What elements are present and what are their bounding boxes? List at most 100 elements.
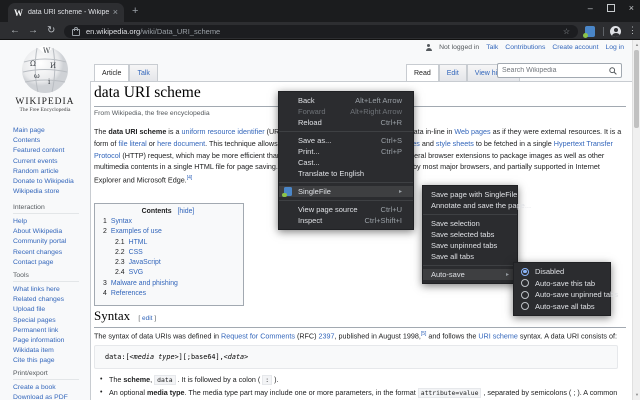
menu-item-save-all-tabs[interactable]: Save all tabs [423, 251, 517, 262]
toc-item-malware[interactable]: 3Malware and phishing [103, 279, 233, 289]
menu-item-autosave-unpinned-tabs[interactable]: Auto-save unpinned tabs [514, 289, 610, 301]
sidebar-item-store[interactable]: Wikipedia store [13, 187, 87, 197]
context-menu: BackAlt+Left Arrow ForwardAlt+Right Arro… [278, 91, 414, 230]
toc-title: Contents [142, 208, 172, 215]
sidebar-section-tools: Tools What links here Related changes Up… [13, 272, 87, 367]
sidebar-item-help[interactable]: Help [13, 217, 87, 227]
menu-item-save-as[interactable]: Save as...Ctrl+S [279, 135, 413, 146]
logo-wordmark: WIKIPEDIA [0, 97, 90, 107]
sidebar-item-main-page[interactable]: Main page [13, 126, 87, 136]
menu-item-reload[interactable]: ReloadCtrl+R [279, 117, 413, 128]
tab-talk[interactable]: Talk [129, 64, 157, 81]
sidebar-item-about[interactable]: About Wikipedia [13, 227, 87, 237]
tab-close-icon[interactable]: × [113, 8, 118, 17]
singlefile-icon [284, 187, 292, 196]
toc-item-javascript[interactable]: 2.3JavaScript [103, 258, 233, 268]
toc-item-css[interactable]: 2.2CSS [103, 248, 233, 258]
menu-item-print[interactable]: Print...Ctrl+P [279, 146, 413, 157]
address-bar[interactable]: en.wikipedia.org/wiki/Data_URI_scheme ☆ [64, 25, 578, 38]
sidebar-item-create-a-book[interactable]: Create a book [13, 383, 87, 393]
sidebar-item-cite-this-page[interactable]: Cite this page [13, 356, 87, 366]
tab-read[interactable]: Read [406, 64, 439, 81]
scroll-up-icon[interactable]: ▲ [633, 41, 640, 49]
singlefile-extension-icon[interactable] [585, 26, 595, 37]
menu-separator [279, 200, 413, 201]
sidebar-item-contact[interactable]: Contact page [13, 258, 87, 268]
sidebar-item-related-changes[interactable]: Related changes [13, 295, 87, 305]
menu-item-save-selection[interactable]: Save selection [423, 218, 517, 229]
forward-icon[interactable]: → [28, 25, 38, 37]
sidebar-item-donate[interactable]: Donate to Wikipedia [13, 177, 87, 187]
submenu-arrow-icon: ▸ [506, 271, 509, 278]
tab-article[interactable]: Article [94, 64, 129, 81]
window-minimize-icon[interactable]: – [588, 3, 593, 13]
sidebar-item-random-article[interactable]: Random article [13, 167, 87, 177]
toc-item-svg[interactable]: 2.4SVG [103, 268, 233, 278]
toc-item-html[interactable]: 2.1HTML [103, 238, 233, 248]
sidebar-item-wikidata-item[interactable]: Wikidata item [13, 346, 87, 356]
menu-item-forward: ForwardAlt+Right Arrow [279, 106, 413, 117]
menu-item-save-unpinned-tabs[interactable]: Save unpinned tabs [423, 240, 517, 251]
menu-item-singlefile[interactable]: SingleFile ▸ [279, 186, 413, 197]
reload-icon[interactable]: ↻ [47, 25, 55, 37]
search-input[interactable] [498, 67, 609, 74]
sidebar-item-permanent-link[interactable]: Permanent link [13, 326, 87, 336]
toc-item-syntax[interactable]: 1Syntax [103, 217, 233, 227]
toc-hide-link[interactable]: [hide] [177, 208, 194, 215]
back-icon[interactable]: ← [10, 25, 20, 37]
sidebar-item-page-information[interactable]: Page information [13, 336, 87, 346]
new-tab-button[interactable]: + [132, 6, 138, 17]
sidebar-item-recent-changes[interactable]: Recent changes [13, 248, 87, 258]
menu-item-annotate-and-save[interactable]: Annotate and save the page... [423, 200, 517, 211]
toc-item-references[interactable]: 4References [103, 289, 233, 299]
create-account-link[interactable]: Create account [552, 44, 598, 51]
sidebar-header-tools: Tools [13, 272, 79, 282]
bookmark-star-icon[interactable]: ☆ [563, 27, 570, 36]
sidebar-item-featured-content[interactable]: Featured content [13, 146, 87, 156]
singlefile-submenu: Save page with SingleFile Annotate and s… [422, 185, 518, 284]
menu-item-auto-save[interactable]: Auto-save ▸ [423, 269, 517, 280]
log-in-link[interactable]: Log in [605, 44, 624, 51]
talk-link[interactable]: Talk [486, 44, 498, 51]
sidebar-item-community-portal[interactable]: Community portal [13, 237, 87, 247]
menu-item-autosave-this-tab[interactable]: Auto-save this tab [514, 278, 610, 290]
sidebar-item-special-pages[interactable]: Special pages [13, 316, 87, 326]
wikipedia-globe-icon: W Ω И ω i [20, 44, 70, 96]
not-logged-in-link[interactable]: Not logged in [439, 44, 479, 51]
contributions-link[interactable]: Contributions [505, 44, 545, 51]
window-close-icon[interactable]: × [629, 3, 634, 13]
browser-tab[interactable]: W data URI scheme - Wikipedia × [8, 3, 124, 22]
scroll-down-icon[interactable]: ▼ [633, 391, 640, 399]
sidebar-item-contents[interactable]: Contents [13, 136, 87, 146]
menu-item-cast[interactable]: Cast... [279, 157, 413, 168]
profile-avatar-icon[interactable] [610, 26, 621, 37]
syntax-paragraph: The syntax of data URIs was defined in R… [94, 331, 627, 340]
menu-item-save-selected-tabs[interactable]: Save selected tabs [423, 229, 517, 240]
menu-item-inspect[interactable]: InspectCtrl+Shift+I [279, 215, 413, 226]
lock-icon[interactable] [72, 29, 80, 36]
tab-edit[interactable]: Edit [439, 64, 467, 81]
browser-menu-icon[interactable]: ⋮ [628, 25, 637, 36]
menu-item-autosave-disabled[interactable]: Disabled [514, 266, 610, 278]
sidebar-item-upload-file[interactable]: Upload file [13, 305, 87, 315]
edit-section-link[interactable]: [ edit ] [138, 315, 156, 322]
menu-item-autosave-all-tabs[interactable]: Auto-save all tabs [514, 301, 610, 313]
search-icon[interactable] [609, 67, 617, 75]
menu-item-back[interactable]: BackAlt+Left Arrow [279, 95, 413, 106]
scrollbar-thumb[interactable] [634, 50, 639, 128]
menu-item-save-page-with-singlefile[interactable]: Save page with SingleFile [423, 189, 517, 200]
svg-text:W: W [43, 47, 51, 55]
svg-text:Ω: Ω [30, 60, 36, 68]
sidebar-item-current-events[interactable]: Current events [13, 157, 87, 167]
wikipedia-logo[interactable]: W Ω И ω i WIKIPEDIA The Free Encyclopedi… [0, 44, 90, 113]
toc-item-examples[interactable]: 2Examples of use [103, 227, 233, 237]
window-maximize-icon[interactable] [607, 4, 615, 12]
menu-separator [423, 265, 517, 266]
menu-item-view-page-source[interactable]: View page sourceCtrl+U [279, 204, 413, 215]
sidebar-item-what-links-here[interactable]: What links here [13, 285, 87, 295]
syntax-code-block: data:[<media type>][;base64],<data> [94, 345, 618, 369]
page-scrollbar[interactable]: ▲ ▼ [632, 40, 640, 400]
sidebar-item-download-as-pdf[interactable]: Download as PDF [13, 393, 87, 400]
sidebar-section-navigation: Main page Contents Featured content Curr… [13, 126, 87, 197]
menu-item-translate[interactable]: Translate to English [279, 168, 413, 179]
